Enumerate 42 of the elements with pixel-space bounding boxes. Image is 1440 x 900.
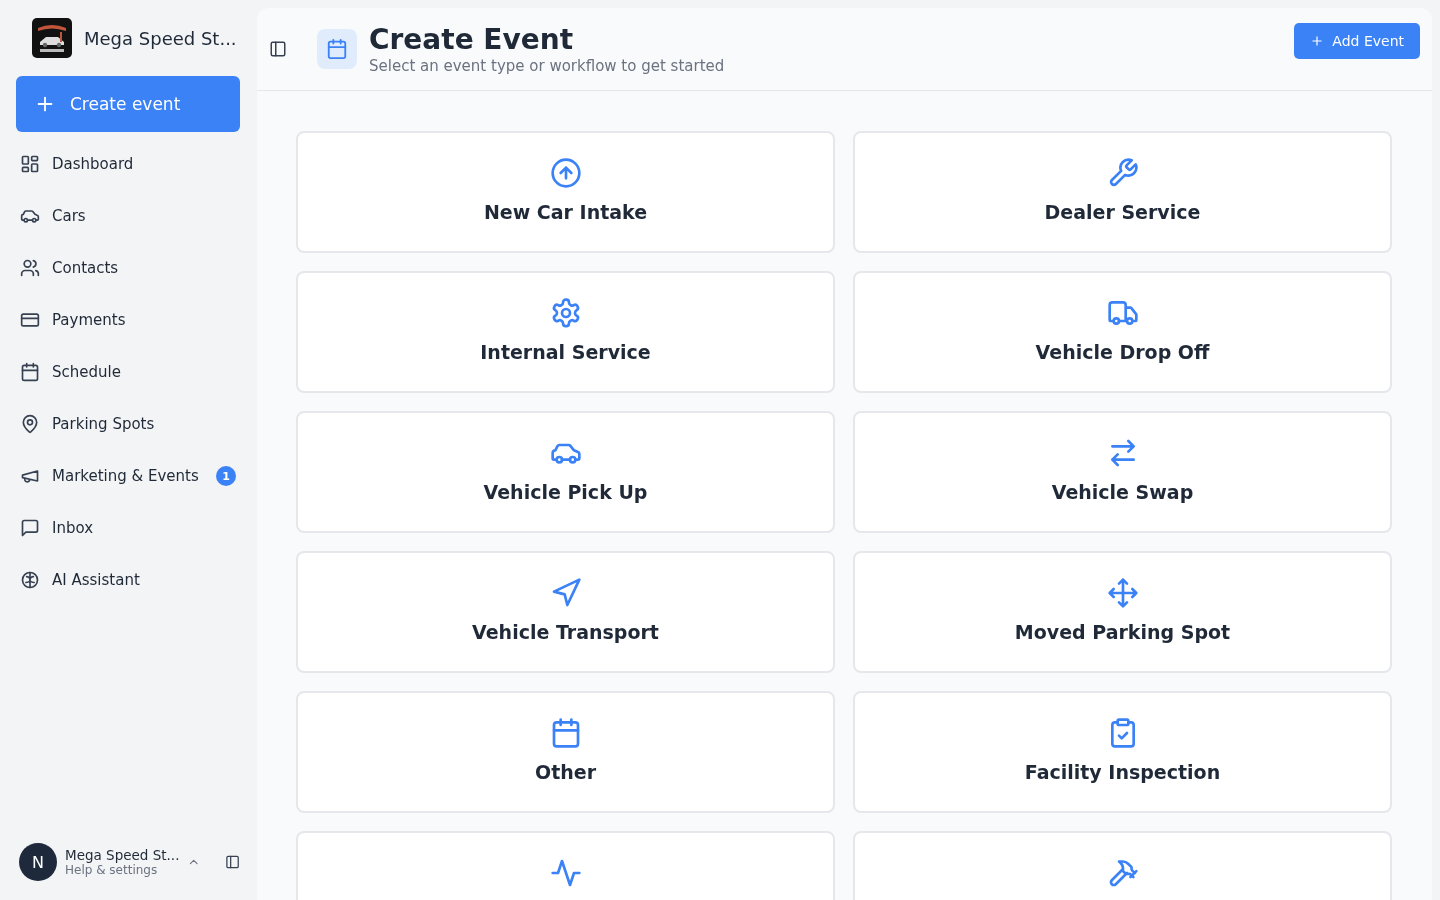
calendar-icon — [326, 38, 348, 60]
sidebar-toggle-icon — [269, 40, 287, 58]
event-type-card[interactable]: Facility Inspection — [853, 691, 1392, 813]
sidebar-item[interactable]: Schedule — [16, 346, 240, 398]
sidebar-item[interactable]: Payments — [16, 294, 240, 346]
event-type-card[interactable]: Vehicle Pick Up — [296, 411, 835, 533]
plus-icon — [1310, 34, 1325, 48]
brand-name: Mega Speed St... — [84, 27, 237, 49]
calendar-icon — [20, 362, 40, 382]
sidebar-item[interactable]: Contacts — [16, 242, 240, 294]
add-event-button[interactable]: Add Event — [1294, 23, 1420, 59]
sidebar-item[interactable]: Cars — [16, 190, 240, 242]
pulse-icon — [549, 857, 582, 889]
move-arrows-icon — [1106, 577, 1139, 609]
sidebar-item[interactable]: Dashboard — [16, 138, 240, 190]
map-pin-icon — [20, 414, 40, 434]
avatar[interactable]: N — [19, 843, 57, 881]
user-name: Mega Speed St... — [65, 847, 180, 863]
arrow-up-circle-icon — [549, 157, 582, 189]
event-type-card[interactable]: Internal Service — [296, 271, 835, 393]
event-type-card[interactable]: Moved Parking Spot — [853, 551, 1392, 673]
message-icon — [20, 518, 40, 538]
page-subtitle: Select an event type or workflow to get started — [369, 57, 726, 75]
sidebar-toggle-icon — [224, 853, 240, 871]
event-type-card[interactable]: Dealer Service — [853, 131, 1392, 253]
event-type-card[interactable]: Vehicle Drop Off — [853, 271, 1392, 393]
event-type-card[interactable]: New Car Intake — [296, 131, 835, 253]
event-type-card[interactable]: Other — [296, 691, 835, 813]
dashboard-icon — [20, 154, 40, 174]
count-badge: 1 — [216, 466, 236, 486]
credit-card-icon — [20, 310, 40, 330]
users-icon — [20, 258, 40, 278]
user-subtitle: Help & settings — [65, 863, 159, 877]
sidebar-item[interactable]: Inbox — [16, 502, 240, 554]
event-type-card[interactable]: Vehicle Transport — [296, 551, 835, 673]
sidebar-item[interactable]: Parking Spots — [16, 398, 240, 450]
sidebar-item[interactable]: AI Assistant — [16, 554, 240, 606]
event-type-card[interactable]: Vehicle Swap — [853, 411, 1392, 533]
brain-icon — [20, 570, 40, 590]
sidebar-item[interactable]: Marketing & Events 1 — [16, 450, 240, 502]
page-title: Create Event — [369, 23, 575, 57]
create-event-button[interactable]: Create event — [16, 76, 240, 132]
